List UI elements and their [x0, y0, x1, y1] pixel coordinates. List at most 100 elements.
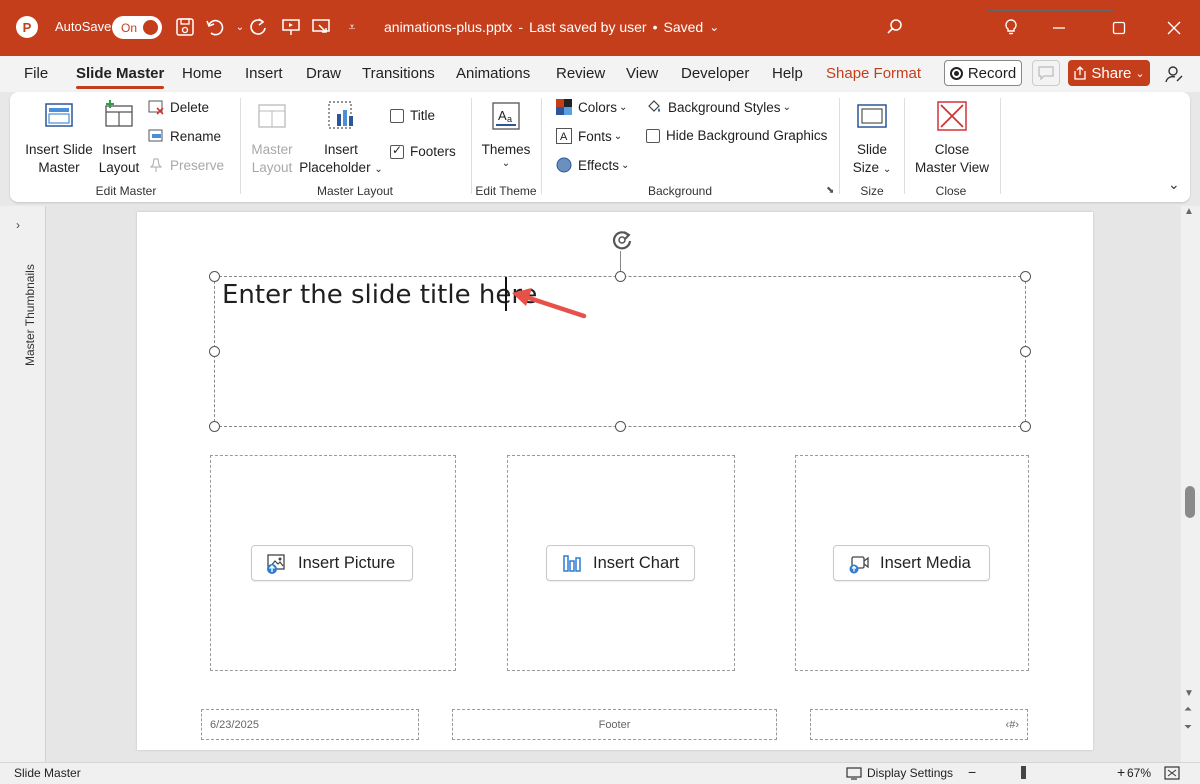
insert-slide-master-label-1: Insert Slide: [25, 142, 93, 157]
zoom-level[interactable]: 67%: [1127, 766, 1151, 780]
insert-placeholder-button[interactable]: Insert Placeholder ⌄: [298, 100, 384, 179]
tab-animations[interactable]: Animations: [456, 65, 530, 82]
delete-button[interactable]: Delete: [148, 99, 209, 115]
vertical-scrollbar[interactable]: [1181, 206, 1200, 762]
coauthor-icon[interactable]: [1162, 62, 1186, 86]
minimize-button[interactable]: [1044, 14, 1074, 42]
resize-handle[interactable]: [1020, 271, 1031, 282]
tab-view[interactable]: View: [626, 65, 658, 82]
display-settings-button[interactable]: Display Settings: [846, 766, 953, 780]
tab-help[interactable]: Help: [772, 65, 803, 82]
tab-insert[interactable]: Insert: [245, 65, 283, 82]
resize-handle[interactable]: [615, 421, 626, 432]
slide-size-button[interactable]: Slide Size ⌄: [848, 100, 896, 179]
title-checkbox-row[interactable]: Title: [390, 108, 435, 123]
expand-pane-icon[interactable]: ›: [16, 218, 20, 232]
rename-button[interactable]: Rename: [148, 128, 221, 144]
powerpoint-logo-icon: P: [16, 16, 38, 38]
undo-icon[interactable]: [203, 15, 227, 39]
fit-slide-icon[interactable]: [1164, 766, 1180, 780]
hide-background-graphics-row[interactable]: Hide Background Graphics: [646, 128, 827, 143]
scroll-down-icon[interactable]: ▼: [1184, 688, 1194, 699]
footers-checkbox[interactable]: [390, 143, 404, 159]
resize-handle[interactable]: [209, 346, 220, 357]
tab-shape-format[interactable]: Shape Format: [826, 65, 921, 82]
maximize-button[interactable]: [1104, 14, 1134, 42]
zoom-out-button[interactable]: −: [968, 764, 976, 780]
title-dot: •: [652, 19, 658, 35]
preserve-button[interactable]: Preserve: [148, 157, 224, 173]
tab-slide-master[interactable]: Slide Master: [76, 65, 165, 89]
scroll-up-icon[interactable]: ▲: [1184, 206, 1194, 217]
resize-handle[interactable]: [209, 271, 220, 282]
delete-label: Delete: [170, 99, 210, 115]
display-settings-label: Display Settings: [867, 766, 954, 780]
previous-slide-icon[interactable]: ⏶: [1184, 704, 1192, 715]
resize-handle[interactable]: [1020, 346, 1031, 357]
chevron-down-icon: ⌄: [374, 164, 383, 175]
resize-handle[interactable]: [1020, 421, 1031, 432]
chevron-down-icon: ⌄: [1135, 67, 1145, 80]
redo-icon[interactable]: [246, 15, 270, 39]
tab-file[interactable]: File: [24, 65, 48, 82]
search-icon[interactable]: [883, 15, 907, 39]
saved-by-text: Last saved by user: [529, 19, 647, 35]
resize-handle[interactable]: [209, 421, 220, 432]
close-window-button[interactable]: [1159, 14, 1189, 42]
effects-button[interactable]: Effects ⌄: [556, 157, 629, 173]
footer-placeholder[interactable]: Footer: [452, 709, 777, 740]
fonts-button[interactable]: A Fonts ⌄: [556, 128, 622, 144]
insert-chart-button[interactable]: Insert Chart: [546, 545, 695, 581]
master-layout-button[interactable]: Master Layout: [248, 100, 296, 177]
effects-icon: [556, 157, 572, 173]
footers-checkbox-row[interactable]: Footers: [390, 143, 456, 159]
customize-quick-access-icon[interactable]: ⩡: [340, 15, 364, 39]
tab-draw[interactable]: Draw: [306, 65, 341, 82]
tab-review[interactable]: Review: [556, 65, 605, 82]
tab-transitions[interactable]: Transitions: [362, 65, 435, 82]
rename-icon: [148, 129, 163, 142]
title-separator: -: [518, 19, 524, 35]
tab-developer[interactable]: Developer: [681, 65, 749, 82]
insert-media-button[interactable]: Insert Media: [833, 545, 990, 581]
zoom-in-button[interactable]: +: [1117, 764, 1125, 780]
zoom-slider-thumb[interactable]: [1021, 766, 1026, 779]
slide-number-placeholder[interactable]: ‹#›: [810, 709, 1028, 740]
background-styles-label: Background Styles: [668, 99, 781, 115]
close-master-view-button[interactable]: Close Master View: [910, 100, 994, 177]
title-checkbox[interactable]: [390, 108, 404, 123]
rotate-handle-icon[interactable]: [608, 226, 636, 254]
slide-size-icon: [857, 104, 887, 128]
lightbulb-icon[interactable]: [999, 15, 1023, 39]
share-button[interactable]: Share ⌄: [1068, 60, 1150, 86]
background-styles-button[interactable]: Background Styles ⌄: [646, 99, 791, 115]
present-from-beginning-icon[interactable]: [309, 15, 333, 39]
next-slide-icon[interactable]: ⏷: [1184, 722, 1192, 733]
document-title[interactable]: animations-plus.pptx - Last saved by use…: [384, 19, 719, 35]
comments-button[interactable]: [1032, 60, 1060, 86]
date-placeholder[interactable]: 6/23/2025: [201, 709, 419, 740]
slide-title-text[interactable]: Enter the slide title here: [222, 280, 537, 310]
group-label-edit-master: Edit Master: [95, 184, 157, 198]
share-label: Share: [1091, 64, 1132, 82]
insert-layout-button[interactable]: Insert Layout: [96, 100, 142, 177]
hide-background-graphics-checkbox[interactable]: [646, 128, 660, 143]
resize-handle[interactable]: [615, 271, 626, 282]
chevron-down-icon: ⌄: [782, 101, 791, 113]
insert-slide-master-button[interactable]: Insert Slide Master: [22, 100, 96, 177]
master-thumbnails-label[interactable]: Master Thumbnails: [23, 264, 37, 366]
dialog-launcher-icon[interactable]: ⬊: [826, 185, 834, 196]
record-icon: [949, 66, 963, 80]
autosave-toggle[interactable]: On: [112, 16, 162, 39]
scroll-thumb[interactable]: [1185, 486, 1195, 518]
themes-button[interactable]: Aa Themes ⌄: [480, 100, 532, 169]
collapse-ribbon-icon[interactable]: ⌄: [1168, 176, 1180, 193]
tab-home[interactable]: Home: [182, 65, 222, 82]
zoom-slider-track[interactable]: [988, 10, 1114, 11]
insert-picture-button[interactable]: Insert Picture: [251, 545, 413, 581]
present-icon[interactable]: [279, 15, 303, 39]
save-icon[interactable]: [173, 15, 197, 39]
colors-button[interactable]: Colors ⌄: [556, 99, 627, 115]
record-button[interactable]: Record: [944, 60, 1022, 86]
hide-background-graphics-label: Hide Background Graphics: [666, 128, 828, 143]
